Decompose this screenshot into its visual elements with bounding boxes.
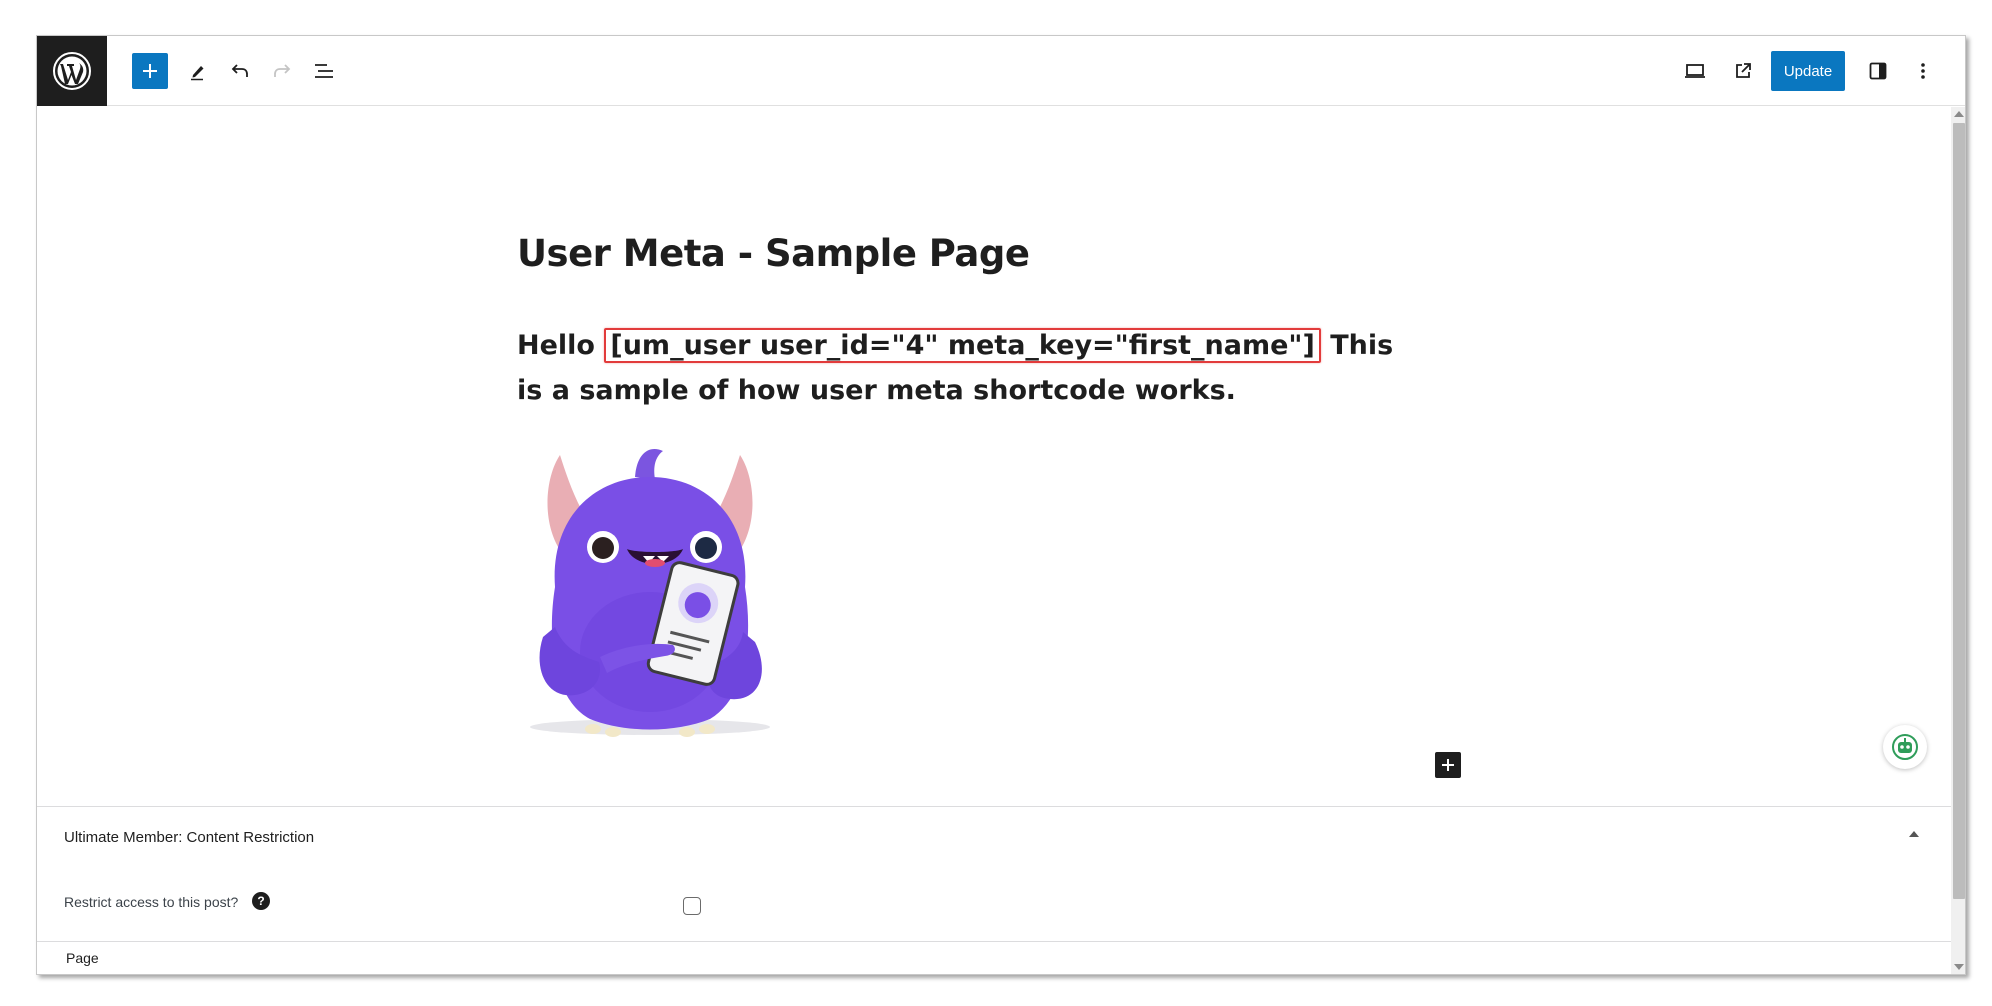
editor-window: Update User Meta - Sample Page Hello [um… [36,35,1966,975]
collapse-arrow-icon[interactable] [1909,831,1919,837]
plus-icon [1442,759,1454,771]
options-button[interactable] [1905,53,1941,89]
help-icon[interactable]: ? [252,892,270,910]
restrict-access-checkbox[interactable] [683,897,701,915]
pencil-icon [191,66,204,81]
redo-button[interactable] [264,53,300,89]
undo-button[interactable] [222,53,258,89]
content-restriction-metabox: Ultimate Member: Content Restriction Res… [37,806,1951,941]
view-page-button[interactable] [1725,53,1761,89]
breadcrumb[interactable]: Page [66,950,99,966]
editor-footer: Page [37,941,1951,974]
paragraph-block[interactable]: Hello [um_user user_id="4" meta_key="fir… [517,323,1417,413]
block-inserter-button[interactable] [1435,752,1461,778]
paragraph-text-before: Hello [517,330,605,361]
scroll-down-icon[interactable] [1954,964,1964,970]
plus-icon [143,64,157,78]
undo-icon [231,64,248,77]
monster-image[interactable] [515,437,800,739]
more-vertical-icon [1921,63,1925,79]
editor-scrollbar[interactable] [1951,107,1965,974]
editor-toolbar: Update [37,36,1965,106]
external-link-icon [1736,63,1751,78]
assistant-button[interactable] [1883,725,1927,769]
shortcode-highlight: [um_user user_id="4" meta_key="first_nam… [604,328,1321,363]
scroll-up-icon[interactable] [1954,111,1964,117]
metabox-title[interactable]: Ultimate Member: Content Restriction [64,829,314,846]
document-overview-button[interactable] [306,53,342,89]
sidebar-icon [1869,62,1887,80]
editor-canvas: User Meta - Sample Page Hello [um_user u… [37,107,1951,806]
settings-button[interactable] [1860,53,1896,89]
robot-icon [1892,734,1918,760]
preview-button[interactable] [1677,53,1713,89]
page-title[interactable]: User Meta - Sample Page [517,232,1030,275]
add-block-button[interactable] [132,53,168,89]
update-button[interactable]: Update [1771,51,1845,91]
desktop-icon [1685,64,1705,78]
wordpress-logo-icon[interactable] [37,36,107,106]
redo-icon [274,64,291,77]
scroll-thumb[interactable] [1953,123,1965,899]
restrict-access-label: Restrict access to this post? [64,894,239,910]
tools-button[interactable] [180,53,216,89]
list-view-icon [315,64,333,78]
